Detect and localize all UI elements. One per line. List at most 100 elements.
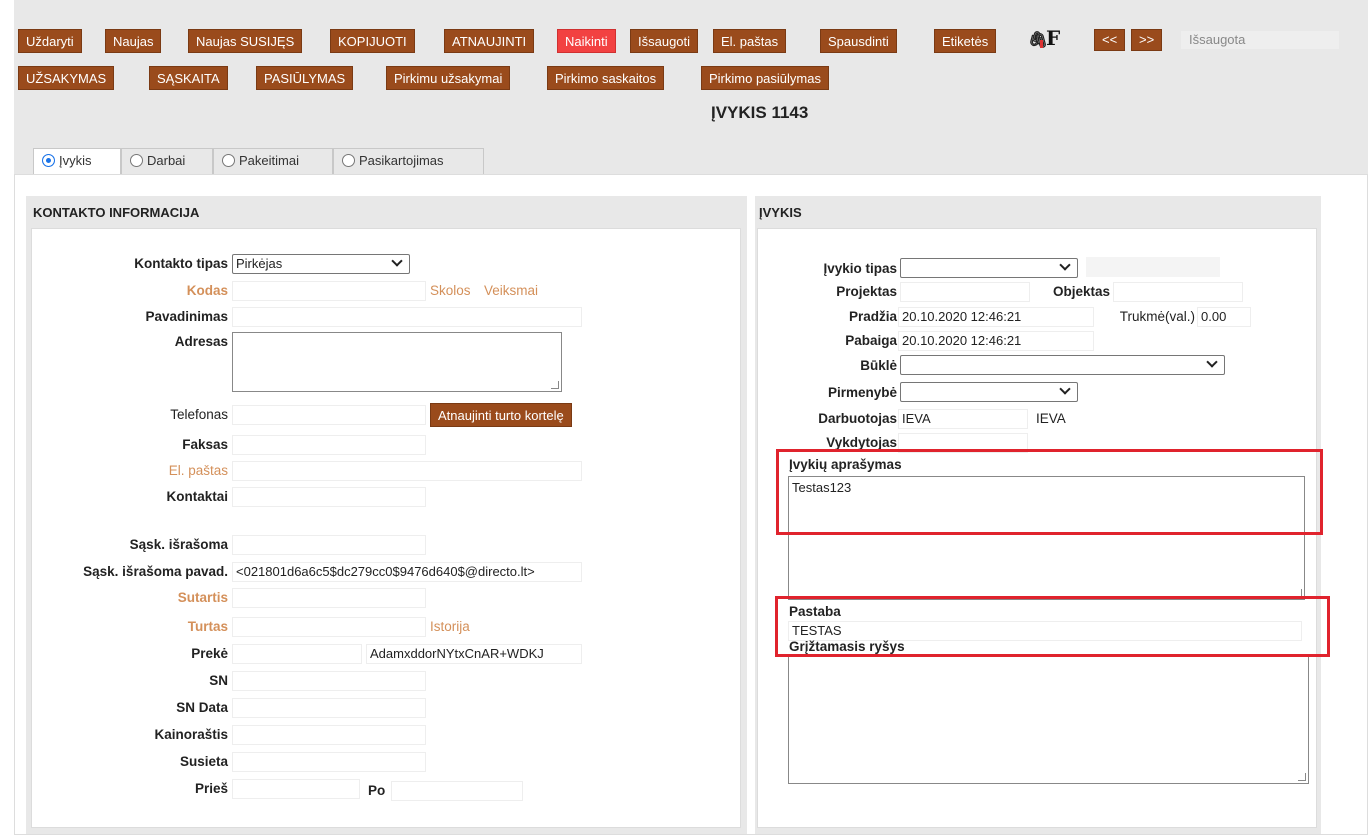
attachment-indicator-icon	[1040, 40, 1043, 48]
email-button[interactable]: El. paštas	[713, 29, 787, 53]
sn-label: SN	[209, 673, 228, 688]
new-related-button[interactable]: Naujas SUSIJĘS	[188, 29, 303, 53]
code-field[interactable]	[232, 281, 426, 301]
radio-icon[interactable]	[222, 154, 235, 167]
name-field[interactable]	[232, 307, 582, 327]
contract-field[interactable]	[232, 588, 426, 608]
address-label: Adresas	[174, 334, 228, 349]
employee-label: Darbuotojas	[818, 411, 897, 426]
contact-type-select[interactable]: Pirkėjas	[232, 254, 410, 274]
status-select[interactable]	[900, 355, 1225, 375]
before-field[interactable]	[232, 779, 360, 799]
tab-label: Pasikartojimas	[359, 153, 444, 168]
project-field[interactable]	[900, 282, 1030, 302]
tab-pasikartojimas[interactable]: Pasikartojimas	[333, 148, 484, 174]
event-type-select[interactable]	[900, 258, 1078, 278]
previous-record-button[interactable]: <<	[1094, 29, 1126, 51]
event-type-label: Įvykio tipas	[823, 261, 897, 276]
sn-date-field[interactable]	[232, 698, 426, 718]
contract-label[interactable]: Sutartis	[60, 590, 228, 605]
resize-grip-icon[interactable]	[1298, 773, 1306, 781]
tab-pakeitimai[interactable]: Pakeitimai	[213, 148, 333, 174]
radio-icon[interactable]	[342, 154, 355, 167]
radio-selected-icon[interactable]	[42, 154, 55, 167]
executor-label: Vykdytojas	[826, 435, 897, 450]
fax-field[interactable]	[232, 435, 426, 455]
price-list-field[interactable]	[232, 725, 426, 745]
print-button[interactable]: Spausdinti	[820, 29, 897, 53]
before-label: Prieš	[194, 781, 228, 796]
code-label[interactable]: Kodas	[60, 283, 228, 298]
offer-button[interactable]: PASIŪLYMAS	[256, 66, 354, 90]
chevron-down-icon	[1059, 383, 1071, 395]
feedback-textarea[interactable]	[788, 656, 1309, 784]
refresh-asset-card-button[interactable]: Atnaujinti turto kortelę	[430, 403, 572, 427]
purchase-offers-button[interactable]: Pirkimo pasiūlymas	[701, 66, 829, 90]
sn-field[interactable]	[232, 671, 426, 691]
event-type-description	[1086, 257, 1220, 277]
next-record-button[interactable]: >>	[1131, 29, 1163, 51]
order-button[interactable]: UŽSAKYMAS	[18, 66, 115, 90]
object-label: Objektas	[1052, 284, 1110, 299]
address-textarea[interactable]	[232, 332, 562, 392]
after-label: Po	[368, 783, 386, 798]
item-code-field[interactable]	[232, 644, 362, 664]
fax-label: Faksas	[182, 437, 228, 452]
highlight-box-description	[776, 449, 1323, 535]
priority-select[interactable]	[900, 382, 1078, 402]
asset-field[interactable]	[232, 617, 426, 637]
radio-icon[interactable]	[130, 154, 143, 167]
close-button[interactable]: Uždaryti	[18, 29, 82, 53]
linked-field[interactable]	[232, 752, 426, 772]
resize-grip-icon[interactable]	[551, 381, 559, 389]
highlight-box-note	[775, 596, 1330, 657]
email-label[interactable]: El. paštas	[60, 463, 228, 478]
invoice-to-name-field[interactable]: <021801d6a6c5$dc279cc0$9476d640$@directo…	[232, 562, 582, 582]
refresh-button[interactable]: ATNAUJINTI	[444, 29, 535, 53]
object-field[interactable]	[1113, 282, 1243, 302]
start-field[interactable]: 20.10.2020 12:46:21	[898, 307, 1094, 327]
tab-ivykis[interactable]: Įvykis	[33, 148, 121, 174]
history-link[interactable]: Istorija	[430, 619, 470, 634]
save-status: Išsaugota	[1181, 31, 1339, 49]
purchase-orders-button[interactable]: Pirkimu užsakymai	[386, 66, 511, 90]
tab-label: Darbai	[147, 153, 186, 168]
delete-button[interactable]: Naikinti	[557, 29, 616, 53]
chevron-down-icon	[1206, 356, 1218, 368]
asset-label[interactable]: Turtas	[60, 619, 228, 634]
new-button[interactable]: Naujas	[105, 29, 162, 53]
after-field[interactable]	[391, 781, 523, 801]
debts-link[interactable]: Skolos	[430, 283, 471, 298]
save-button[interactable]: Išsaugoti	[630, 29, 699, 53]
contacts-field[interactable]	[232, 487, 426, 507]
item-label: Prekė	[191, 646, 228, 661]
linked-label: Susieta	[179, 754, 228, 769]
item-name-field[interactable]: AdamxddorNYtxCnAR+WDKJ	[366, 644, 582, 664]
end-field[interactable]: 20.10.2020 12:46:21	[898, 331, 1094, 351]
duration-label: Trukmė(val.)	[1119, 309, 1195, 324]
contact-type-value: Pirkėjas	[236, 256, 283, 271]
chevron-down-icon	[1059, 259, 1071, 271]
contact-type-label: Kontakto tipas	[134, 256, 228, 271]
invoice-button[interactable]: SĄSKAITA	[149, 66, 228, 90]
employee-field[interactable]: IEVA	[898, 409, 1028, 429]
name-label: Pavadinimas	[145, 309, 228, 324]
contact-section-title: KONTAKTO INFORMACIJA	[33, 205, 200, 220]
duration-field[interactable]: 0.00	[1197, 307, 1251, 327]
invoice-to-label: Sąsk. išrašoma	[129, 537, 228, 552]
price-list-label: Kainoraštis	[154, 727, 228, 742]
sn-date-label: SN Data	[176, 700, 228, 715]
actions-link[interactable]: Veiksmai	[484, 283, 538, 298]
phone-label: Telefonas	[170, 407, 228, 422]
labels-button[interactable]: Etiketės	[934, 29, 997, 53]
f-icon[interactable]: F	[1046, 26, 1060, 50]
email-field[interactable]	[232, 461, 582, 481]
invoice-to-field[interactable]	[232, 535, 426, 555]
copy-button[interactable]: KOPIJUOTI	[330, 29, 415, 53]
invoice-to-name-label: Sąsk. išrašoma pavad.	[83, 564, 228, 579]
phone-field[interactable]	[232, 405, 426, 425]
purchase-invoices-button[interactable]: Pirkimo saskaitos	[547, 66, 665, 90]
contacts-label: Kontaktai	[166, 489, 228, 504]
end-label: Pabaiga	[845, 333, 897, 348]
tab-darbai[interactable]: Darbai	[121, 148, 213, 174]
